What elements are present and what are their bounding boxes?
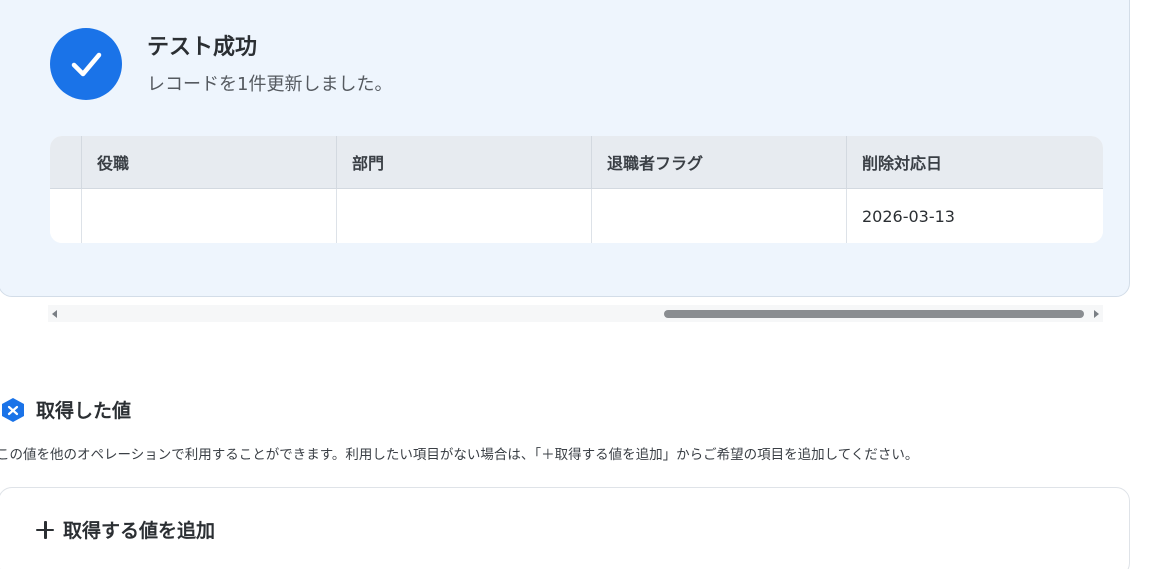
column-header-deletion-date: 削除対応日 bbox=[847, 136, 1103, 189]
record-table: 役職 部門 退職者フラグ 削除対応日 2026-03-13 bbox=[50, 136, 1103, 243]
column-header bbox=[50, 136, 82, 189]
result-title: テスト成功 bbox=[147, 35, 258, 60]
acquired-values-header: 取得した値 bbox=[0, 396, 131, 423]
table-header-row: 役職 部門 退職者フラグ 削除対応日 bbox=[50, 136, 1103, 189]
scroll-left-arrow-icon[interactable] bbox=[52, 310, 57, 318]
add-button-label: 取得する値を追加 bbox=[63, 520, 216, 542]
table-cell bbox=[50, 189, 82, 243]
table-cell bbox=[82, 189, 337, 243]
table-cell bbox=[592, 189, 847, 243]
add-value-card: 取得する値を追加 bbox=[0, 487, 1130, 569]
table-row: 2026-03-13 bbox=[50, 189, 1103, 243]
section-description: この値を他のオペレーションで利用することができます。利用したい項目がない場合は、… bbox=[0, 447, 919, 463]
test-result-panel: テスト成功 レコードを1件更新しました。 役職 部門 退職者フラグ 削除対応日 bbox=[0, 0, 1130, 297]
plus-icon bbox=[35, 520, 55, 540]
acquired-value-icon bbox=[2, 397, 24, 422]
section-title: 取得した値 bbox=[36, 400, 132, 422]
check-circle-icon bbox=[50, 28, 122, 100]
table-cell: 2026-03-13 bbox=[847, 189, 1103, 243]
horizontal-scrollbar[interactable] bbox=[48, 305, 1103, 322]
scrollbar-thumb[interactable] bbox=[664, 310, 1084, 318]
scroll-right-arrow-icon[interactable] bbox=[1094, 310, 1099, 318]
page: テスト成功 レコードを1件更新しました。 役職 部門 退職者フラグ 削除対応日 bbox=[0, 0, 1155, 569]
result-message: レコードを1件更新しました。 bbox=[147, 74, 393, 95]
table-cell bbox=[337, 189, 592, 243]
add-acquired-value-button[interactable]: 取得する値を追加 bbox=[35, 516, 215, 543]
column-header-department: 部門 bbox=[337, 136, 592, 189]
column-header-position: 役職 bbox=[82, 136, 337, 189]
column-header-retired-flag: 退職者フラグ bbox=[592, 136, 847, 189]
